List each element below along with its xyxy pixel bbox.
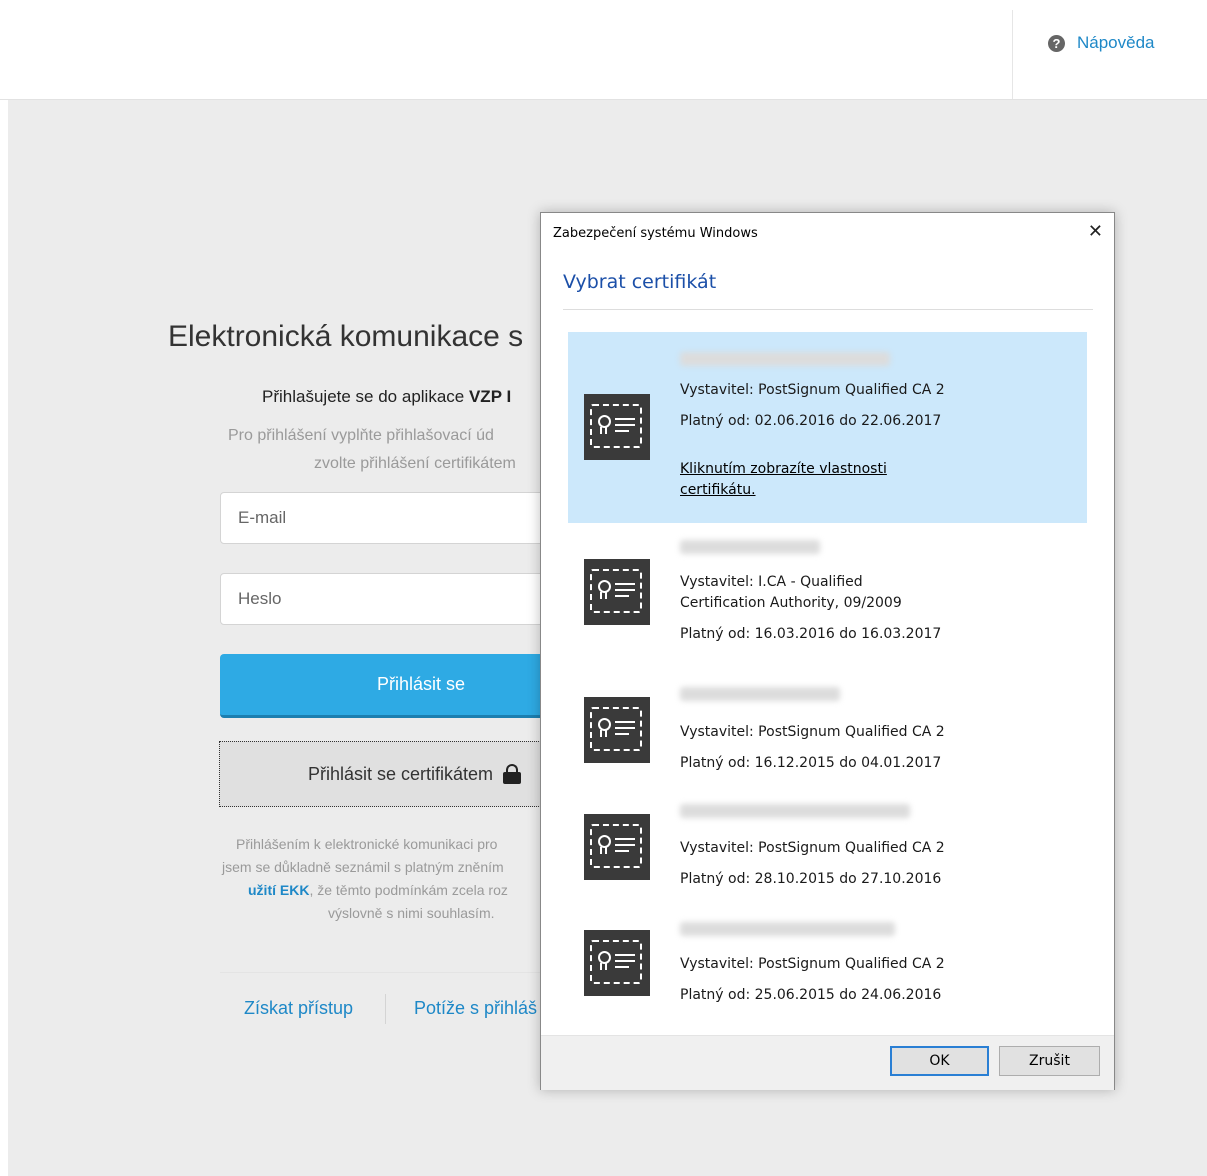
- dialog-footer: OK Zrušit: [541, 1035, 1114, 1090]
- header-divider: [1012, 10, 1013, 99]
- dialog-title: Zabezpečení systému Windows: [553, 226, 758, 241]
- question-circle-icon: ?: [1048, 34, 1065, 52]
- get-access-link[interactable]: Získat přístup: [244, 998, 353, 1019]
- certificate-subject-redacted: [680, 804, 910, 818]
- certificate-dialog: Zabezpečení systému Windows ✕ Vybrat cer…: [540, 212, 1115, 1090]
- certificate-item[interactable]: Vystavitel: PostSignum Qualified CA 2 Pl…: [568, 672, 1087, 772]
- top-bar: ? Nápověda: [0, 0, 1207, 100]
- dialog-heading-rule: [563, 309, 1093, 310]
- intro-instructions: Pro přihlášení vyplňte přihlašovací úd: [228, 427, 494, 444]
- certificate-issuer: Vystavitel: I.CA - Qualified Certificati…: [680, 572, 902, 614]
- certificate-subject-redacted: [680, 922, 895, 936]
- certificate-item[interactable]: Vystavitel: PostSignum Qualified CA 2 Pl…: [568, 910, 1087, 1010]
- certificate-icon: [584, 697, 650, 763]
- intro-app-name: VZP I: [468, 387, 512, 406]
- close-icon[interactable]: ✕: [1088, 222, 1103, 242]
- help-label: Nápověda: [1077, 33, 1155, 52]
- lock-icon: [503, 764, 522, 784]
- login-trouble-link[interactable]: Potíže s přihláš: [414, 998, 537, 1019]
- certificate-icon: [584, 930, 650, 996]
- intro-instructions-cont: zvolte přihlášení certifikátem: [314, 455, 516, 472]
- certificate-item[interactable]: Vystavitel: PostSignum Qualified CA 2 Pl…: [568, 792, 1087, 892]
- certificate-subject-redacted: [680, 687, 840, 701]
- certificate-issuer: Vystavitel: PostSignum Qualified CA 2: [680, 724, 945, 740]
- certificate-issuer: Vystavitel: PostSignum Qualified CA 2: [680, 840, 945, 856]
- intro-text: Přihlašujete se do aplikace VZP I: [262, 387, 511, 407]
- page-title: Elektronická komunikace s: [168, 320, 524, 353]
- footer-link-separator: [385, 994, 386, 1024]
- certificate-issuer: Vystavitel: PostSignum Qualified CA 2: [680, 956, 945, 972]
- certificate-icon: [584, 559, 650, 625]
- certificate-icon: [584, 394, 650, 460]
- help-link[interactable]: ? Nápověda: [1048, 33, 1155, 53]
- certificate-properties-link[interactable]: Kliknutím zobrazíte vlastnosti certifiká…: [680, 459, 910, 501]
- terms-line-3-rest: , že těmto podmínkám zcela roz: [309, 882, 508, 898]
- certificate-login-label: Přihlásit se certifikátem: [308, 763, 494, 784]
- intro-prefix: Přihlašujete se do aplikace: [262, 387, 469, 406]
- certificate-validity: Platný od: 28.10.2015 do 27.10.2016: [680, 871, 942, 887]
- certificate-validity: Platný od: 25.06.2015 do 24.06.2016: [680, 987, 942, 1003]
- terms-link[interactable]: užití EKK: [248, 882, 309, 898]
- certificate-item[interactable]: Vystavitel: I.CA - Qualified Certificati…: [568, 532, 1087, 652]
- dialog-heading: Vybrat certifikát: [563, 271, 717, 293]
- certificate-validity: Platný od: 16.03.2016 do 16.03.2017: [680, 626, 942, 642]
- certificate-subject-redacted: [680, 540, 820, 554]
- certificate-issuer-line-2: Certification Authority, 09/2009: [680, 595, 902, 611]
- ok-button[interactable]: OK: [890, 1046, 989, 1076]
- certificate-validity: Platný od: 16.12.2015 do 04.01.2017: [680, 755, 942, 771]
- certificate-subject-redacted: [680, 352, 890, 366]
- certificate-item[interactable]: Vystavitel: PostSignum Qualified CA 2 Pl…: [568, 332, 1087, 523]
- certificate-issuer-line-1: Vystavitel: I.CA - Qualified: [680, 574, 863, 590]
- certificate-validity: Platný od: 02.06.2016 do 22.06.2017: [680, 413, 942, 429]
- cancel-button[interactable]: Zrušit: [999, 1046, 1100, 1076]
- certificate-icon: [584, 814, 650, 880]
- certificate-issuer: Vystavitel: PostSignum Qualified CA 2: [680, 382, 945, 398]
